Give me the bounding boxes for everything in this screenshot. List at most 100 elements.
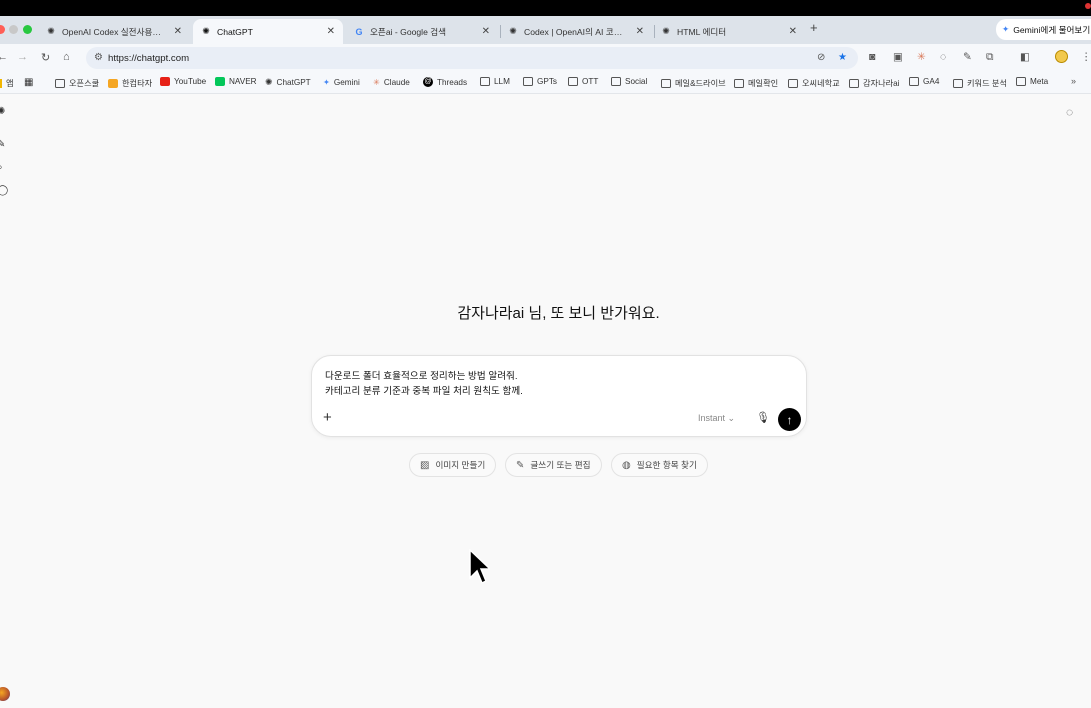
browser-toolbar: ← → ↻ ⌂ ⚙ https://chatgpt.com ⊘ ★: [0, 44, 1091, 72]
folder-icon: [788, 78, 798, 88]
site-settings-icon[interactable]: ⚙: [94, 52, 103, 63]
attach-plus-button[interactable]: +: [323, 409, 332, 426]
bookmark-claude[interactable]: ✳ Claude: [373, 77, 410, 88]
bookmark-naver[interactable]: NAVER: [215, 77, 257, 86]
chip-find-items[interactable]: ◍ 필요한 항목 찾기: [611, 453, 708, 477]
bookmark-folder[interactable]: 키워드 분석: [953, 77, 1007, 89]
bookmark-folder[interactable]: Meta: [1016, 77, 1048, 86]
bookmark-label: 오씨네학교: [802, 79, 840, 88]
bookmark-threads[interactable]: @ Threads: [423, 77, 467, 87]
folder-icon: [55, 78, 65, 88]
arrow-up-icon: ↑: [786, 412, 793, 427]
browser-menu-icon[interactable]: ⋮: [1081, 51, 1091, 63]
model-label: Instant: [698, 413, 726, 423]
bookmark-label: 한컴타자: [122, 79, 153, 88]
greeting-heading: 감자나라ai 님, 또 보니 반가워요.: [457, 305, 660, 322]
bookmark-star-icon[interactable]: ★: [838, 52, 847, 63]
bookmark-youtube[interactable]: YouTube: [160, 77, 206, 86]
address-bar[interactable]: ⚙ https://chatgpt.com ⊘ ★: [86, 47, 858, 69]
chatgpt-logo-icon[interactable]: ✺: [0, 106, 5, 117]
bookmark-folder[interactable]: 메일확인: [734, 77, 778, 89]
tab-google-search[interactable]: G 오픈ai - Google 검색 ✕: [346, 19, 498, 44]
mouse-cursor-icon: [469, 549, 490, 585]
close-tab-icon[interactable]: ✕: [174, 26, 182, 37]
eye-off-icon[interactable]: ⊘: [817, 52, 825, 63]
bookmark-folder[interactable]: 메일&드라이브: [661, 77, 726, 89]
new-chat-icon[interactable]: ✎: [0, 139, 5, 150]
home-button[interactable]: ⌂: [63, 51, 70, 63]
temporary-chat-icon[interactable]: ◌: [1066, 105, 1073, 119]
folder-icon: [953, 78, 963, 88]
send-button[interactable]: ↑: [778, 408, 801, 431]
bookmark-label: LLM: [494, 77, 510, 86]
bookmark-label: NAVER: [229, 77, 257, 86]
bookmark-label: 메일확인: [748, 79, 779, 88]
side-panel-icon[interactable]: ◧: [1020, 51, 1030, 63]
link-extension-icon[interactable]: ✎: [963, 51, 972, 63]
more-bookmarks-chevron-icon[interactable]: »: [1071, 76, 1076, 86]
bookmark-folder[interactable]: Social: [611, 77, 647, 86]
bookmark-apps[interactable]: 앱: [0, 77, 14, 89]
chatgpt-icon: ✺: [202, 26, 210, 36]
microphone-icon[interactable]: 🎙︎: [756, 411, 770, 424]
close-tab-icon[interactable]: ✕: [789, 26, 797, 37]
bookmark-folder[interactable]: 오씨네학교: [788, 77, 840, 89]
forward-button[interactable]: →: [17, 51, 28, 63]
bookmark-gemini[interactable]: ✦ Gemini: [323, 77, 360, 88]
library-icon[interactable]: ◯: [0, 185, 8, 196]
bookmark-folder[interactable]: 감자나라ai: [849, 77, 900, 89]
dock-app-icon[interactable]: [0, 687, 10, 701]
bookmark-chatgpt[interactable]: ✺ ChatGPT: [265, 77, 311, 88]
close-window-button[interactable]: [0, 25, 5, 34]
close-tab-icon[interactable]: ✕: [482, 26, 490, 37]
tab-codex[interactable]: ✺ Codex | OpenAI의 AI 코딩 파트 ✕: [500, 19, 652, 44]
bookmark-label: YouTube: [174, 77, 207, 86]
prompt-text-line-1[interactable]: 다운로드 폴더 효율적으로 정리하는 방법 알려줘.: [325, 368, 518, 382]
chat-extension-icon[interactable]: ◌: [940, 51, 946, 63]
bookmark-hancom[interactable]: 한컴타자: [108, 77, 152, 89]
back-button[interactable]: ←: [0, 51, 8, 63]
bookmark-folder[interactable]: GPTs: [523, 77, 557, 86]
extensions-puzzle-icon[interactable]: ⧉: [986, 51, 994, 64]
bookmark-folder[interactable]: OTT: [568, 77, 598, 86]
bookmark-label: Claude: [383, 77, 410, 87]
claude-extension-icon[interactable]: ✳: [917, 51, 926, 63]
maximize-window-button[interactable]: [23, 25, 32, 34]
chip-create-image[interactable]: ▨ 이미지 만들기: [409, 453, 497, 477]
tab-openai-codex[interactable]: ✺ OpenAI Codex 실전사용법 — 윤 ✕: [38, 19, 190, 44]
camera-icon[interactable]: ◙: [869, 51, 875, 63]
model-selector[interactable]: Instant ⌄: [698, 413, 735, 424]
bookmark-folder[interactable]: GA4: [909, 77, 939, 86]
bookmark-label: Gemini: [333, 77, 360, 87]
prompt-composer[interactable]: 다운로드 폴더 효율적으로 정리하는 방법 알려줘. 카테고리 분류 기준과 중…: [311, 355, 807, 437]
close-tab-icon[interactable]: ✕: [636, 26, 644, 37]
tab-title: ChatGPT: [217, 26, 253, 37]
folder-icon: [661, 78, 671, 88]
close-tab-icon[interactable]: ✕: [327, 26, 335, 37]
bookmark-folder[interactable]: 오픈스쿨: [55, 77, 99, 89]
tab-chatgpt[interactable]: ✺ ChatGPT ✕: [193, 19, 343, 44]
new-tab-button[interactable]: +: [810, 20, 818, 35]
tab-html-editor[interactable]: ✺ HTML 에디터 ✕: [653, 19, 805, 44]
bookmark-label: Social: [625, 77, 648, 86]
folder-icon: [734, 78, 744, 88]
prompt-text-line-2[interactable]: 카테고리 분류 기준과 중복 파일 처리 원칙도 함께.: [325, 383, 523, 397]
profile-avatar[interactable]: [1055, 50, 1068, 63]
bookmark-label: 감자나라ai: [863, 79, 900, 88]
reload-button[interactable]: ↻: [41, 51, 50, 64]
ask-gemini-button[interactable]: ✦ Gemini에게 물어보기: [996, 19, 1091, 40]
bookmark-folder[interactable]: LLM: [480, 77, 510, 86]
chip-write-or-edit[interactable]: ✎ 글쓰기 또는 편집: [505, 453, 602, 477]
globe-icon: ◍: [622, 459, 631, 471]
youtube-icon: [160, 77, 170, 86]
picture-in-picture-icon[interactable]: ▣: [893, 51, 903, 63]
bookmark-label: 메일&드라이브: [675, 79, 726, 88]
bookmark-grid[interactable]: ▦: [24, 77, 33, 88]
grid-icon: ▦: [24, 77, 34, 88]
bookmark-label: Meta: [1030, 77, 1049, 86]
minimize-window-button[interactable]: [9, 25, 18, 34]
bookmark-label: GPTs: [537, 77, 558, 86]
bookmarks-bar: 앱 ▦ 오픈스쿨 한컴타자 YouTube NAVER ✺ ChatGPT ✦ Ge…: [0, 72, 1091, 94]
search-icon[interactable]: ⌕: [0, 162, 3, 173]
chip-label: 필요한 항목 찾기: [636, 460, 697, 470]
